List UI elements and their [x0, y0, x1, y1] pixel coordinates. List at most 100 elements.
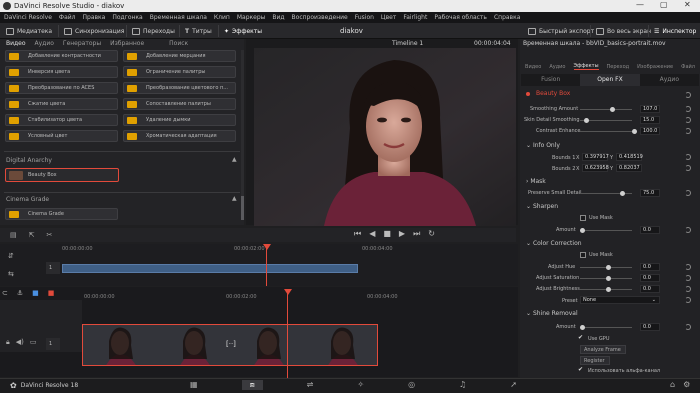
- beauty-box-effect[interactable]: Beauty Box: [5, 168, 119, 182]
- adjust-hue-value[interactable]: 0.0: [640, 263, 660, 271]
- shine-amount-slider[interactable]: [580, 325, 632, 330]
- skin-detail-slider[interactable]: [580, 118, 632, 123]
- deliver-page-icon[interactable]: ➚: [510, 380, 517, 390]
- preserve-value[interactable]: 75.0: [640, 189, 660, 197]
- collapse-icon[interactable]: ▲: [232, 195, 237, 202]
- tab-effects[interactable]: Эффекты: [573, 63, 599, 70]
- reset-icon[interactable]: [685, 106, 691, 112]
- effects-button[interactable]: ✦ Эффекты: [224, 26, 262, 36]
- track-tool-icon[interactable]: ⇵: [8, 252, 14, 260]
- media-page-icon[interactable]: ▦: [190, 380, 198, 390]
- quick-export-button[interactable]: Быстрый экспорт: [528, 26, 594, 36]
- loop-icon[interactable]: ↻: [428, 229, 435, 239]
- color-page-icon[interactable]: ◎: [408, 380, 415, 390]
- adjust-hue-slider[interactable]: [580, 265, 632, 270]
- media-pool-button[interactable]: Медиатека: [6, 26, 52, 36]
- scrollbar-thumb[interactable]: [241, 196, 244, 220]
- sync-button[interactable]: Синхронизация: [64, 26, 124, 36]
- register-button[interactable]: Register: [580, 356, 610, 365]
- menu-item[interactable]: Правка: [83, 14, 106, 21]
- effect-item[interactable]: Удаление дымки: [123, 114, 236, 126]
- menu-item[interactable]: DaVinci Resolve: [4, 14, 52, 21]
- effect-item[interactable]: Условный цвет: [5, 130, 118, 142]
- menu-item[interactable]: Подгонка: [112, 14, 142, 21]
- menu-item[interactable]: Рабочая область: [434, 14, 487, 21]
- menu-item[interactable]: Маркеры: [237, 14, 266, 21]
- section-mask[interactable]: › Mask: [526, 178, 546, 185]
- snap-icon[interactable]: ⚓: [17, 289, 23, 297]
- first-frame-icon[interactable]: ⏮: [354, 229, 361, 239]
- shine-amount-value[interactable]: 0.0: [640, 323, 660, 331]
- razor-icon[interactable]: ✂: [47, 231, 53, 239]
- slider-knob[interactable]: [606, 276, 611, 281]
- reset-icon[interactable]: [685, 190, 691, 196]
- tab-audio[interactable]: Аудио: [549, 64, 565, 70]
- reset-icon[interactable]: [685, 297, 691, 303]
- adjust-sat-value[interactable]: 0.0: [640, 274, 660, 282]
- tab-audio[interactable]: Аудио: [35, 40, 54, 47]
- subtab-openfx[interactable]: Open FX: [580, 74, 640, 86]
- close-button[interactable]: ✕: [684, 0, 691, 9]
- section-info-only[interactable]: ⌄ Info Only: [526, 142, 560, 149]
- contrast-value[interactable]: 100.0: [640, 127, 660, 135]
- section-color-correction[interactable]: ⌄ Color Correction: [526, 240, 582, 247]
- link-icon[interactable]: ⊂: [2, 289, 8, 297]
- slider-knob[interactable]: [610, 107, 615, 112]
- section-shine-removal[interactable]: ⌄ Shine Removal: [526, 310, 578, 317]
- slider-knob[interactable]: [580, 228, 585, 233]
- smoothing-slider[interactable]: [580, 107, 632, 112]
- checkmark-icon[interactable]: ✔: [578, 366, 583, 373]
- menu-item[interactable]: Воспроизведение: [292, 14, 348, 21]
- effect-item[interactable]: Стабилизатор цвета: [5, 114, 118, 126]
- menu-item[interactable]: Временная шкала: [150, 14, 207, 21]
- use-mask-checkbox[interactable]: [580, 252, 586, 258]
- fairlight-page-icon[interactable]: ♫: [459, 380, 466, 390]
- effect-item[interactable]: Преобразование по ACES: [5, 82, 118, 94]
- fx-badge-icon[interactable]: [··]: [226, 340, 236, 348]
- adjust-sat-slider[interactable]: [580, 276, 632, 281]
- effect-item[interactable]: Добавление контрастности: [5, 50, 118, 62]
- playhead-lower[interactable]: [287, 289, 288, 378]
- tab-favorites[interactable]: Избранное: [110, 40, 144, 47]
- menu-item[interactable]: Справка: [494, 14, 520, 21]
- reverse-icon[interactable]: ◀: [369, 229, 375, 239]
- smoothing-value[interactable]: 107.0: [640, 105, 660, 113]
- menu-item[interactable]: Вид: [272, 14, 284, 21]
- plugin-enabled-icon[interactable]: [526, 92, 530, 96]
- monitor-icon[interactable]: ▭: [30, 338, 37, 347]
- effect-item[interactable]: Сопоставление палитры: [123, 98, 236, 110]
- menu-item[interactable]: Клип: [214, 14, 230, 21]
- reset-icon[interactable]: [685, 286, 691, 292]
- playhead-handle-icon[interactable]: [284, 289, 292, 295]
- use-mask-checkbox[interactable]: [580, 215, 586, 221]
- effect-item[interactable]: Сжатие цвета: [5, 98, 118, 110]
- tab-video[interactable]: Видео: [525, 64, 541, 70]
- titles-button[interactable]: T Титры: [185, 26, 212, 36]
- effect-item[interactable]: Ограничение палитры: [123, 66, 236, 78]
- collapse-icon[interactable]: ▲: [232, 156, 237, 163]
- tab-search[interactable]: Поиск: [169, 40, 188, 47]
- cinema-grade-effect[interactable]: Cinema Grade: [5, 208, 118, 220]
- cut-page-icon[interactable]: ⧈: [241, 380, 263, 390]
- playhead-handle-icon[interactable]: [263, 244, 271, 250]
- video-frame[interactable]: [254, 48, 516, 226]
- marker-icon[interactable]: ■: [48, 289, 55, 297]
- flag-icon[interactable]: ■: [32, 289, 39, 297]
- fullscreen-button[interactable]: Во весь экран: [596, 26, 651, 36]
- effect-item[interactable]: Инверсия цвета: [5, 66, 118, 78]
- adjust-bri-value[interactable]: 0.0: [640, 285, 660, 293]
- tab-transition[interactable]: Переход: [607, 64, 630, 70]
- effect-item[interactable]: Хроматическая адаптация: [123, 130, 236, 142]
- play-icon[interactable]: ▶: [399, 229, 405, 239]
- bounds2-y[interactable]: 0.82037: [616, 164, 642, 172]
- layout-icon[interactable]: ▤: [10, 231, 17, 239]
- reset-icon[interactable]: [685, 324, 691, 330]
- menu-item[interactable]: Цвет: [381, 14, 396, 21]
- reset-icon[interactable]: [685, 165, 691, 171]
- subtab-audio[interactable]: Аудио: [640, 74, 699, 86]
- playhead-upper[interactable]: [266, 244, 267, 286]
- library-scrollbar[interactable]: [241, 50, 244, 220]
- reset-icon[interactable]: [685, 264, 691, 270]
- section-sharpen[interactable]: ⌄ Sharpen: [526, 203, 558, 210]
- reset-icon[interactable]: [685, 117, 691, 123]
